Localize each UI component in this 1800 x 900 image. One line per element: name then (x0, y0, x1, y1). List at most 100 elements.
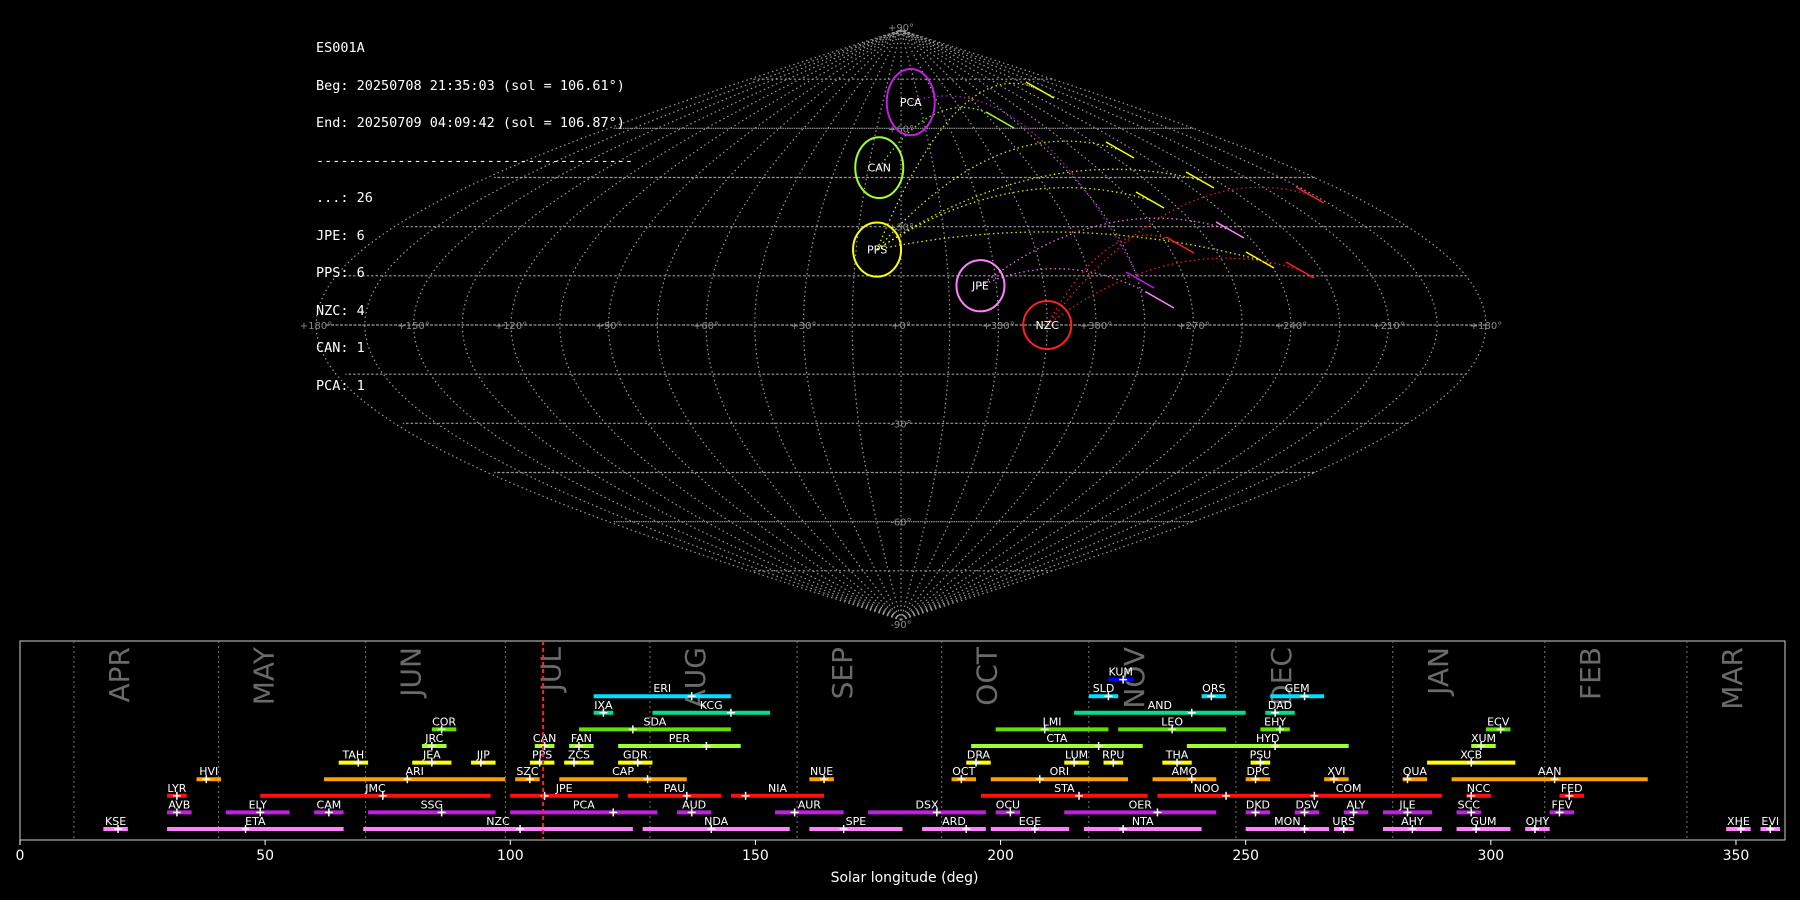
shower-label: SPE (846, 815, 867, 828)
shower-label: QUA (1403, 765, 1428, 778)
shower-label: HYD (1256, 732, 1279, 745)
shower-label: TAH (342, 749, 365, 762)
shower-label: ETA (245, 815, 266, 828)
shower-label: GUM (1470, 815, 1496, 828)
shower-label: EGE (1019, 815, 1041, 828)
shower-label: FAN (571, 732, 592, 745)
shower-label: CTA (1046, 732, 1068, 745)
begin-time: Beg: 20250708 21:35:03 (sol = 106.61°) (316, 77, 625, 94)
shower-label: URS (1332, 815, 1355, 828)
shower-szc: SZC (515, 765, 540, 784)
x-tick-label: 50 (256, 848, 274, 864)
shower-label: KCG (700, 699, 723, 712)
shower-zcs: ZCS (564, 749, 594, 767)
shower-label: COM (1336, 782, 1362, 795)
shower-label: OHY (1526, 815, 1550, 828)
shower-label: THA (1165, 749, 1189, 762)
shower-label: DAD (1268, 699, 1292, 712)
shower-cam: CAM (314, 798, 344, 817)
shower-fed: FED (1559, 782, 1584, 800)
shower-avb: AVB (167, 798, 192, 817)
shower-kse: KSE (103, 815, 128, 833)
shower-label: NUE (810, 765, 833, 778)
x-axis-label: Solar longitude (deg) (831, 870, 979, 886)
month-label: JAN (1422, 647, 1455, 697)
shower-label: DRA (967, 749, 991, 762)
shower-oct: OCT (951, 765, 977, 784)
x-tick-label: 100 (497, 848, 524, 864)
shower-ors: ORS (1201, 682, 1227, 701)
shower-dad: DAD (1265, 699, 1295, 717)
shower-label: ZCS (568, 749, 590, 762)
shower-qua: QUA (1402, 765, 1428, 784)
month-label: JUN (395, 647, 428, 699)
shower-label: NOO (1194, 782, 1220, 795)
shower-aly: ALY (1343, 798, 1369, 817)
info-separator: --------------------------------------- (316, 152, 633, 169)
shower-label: PCA (573, 798, 595, 811)
shower-label: JLE (1398, 798, 1415, 811)
shower-label: SSG (421, 798, 444, 811)
shower-label: AUR (798, 798, 822, 811)
shower-urs: URS (1332, 815, 1355, 833)
shower-label: AND (1148, 699, 1172, 712)
shower-label: EVI (1761, 815, 1779, 828)
shower-dpc: DPC (1245, 765, 1271, 784)
shower-label: LYR (167, 782, 186, 795)
shower-label: XHE (1727, 815, 1750, 828)
shower-label: SCC (1458, 798, 1481, 811)
shower-lyr: LYR (167, 782, 187, 800)
shower-label: CAN (533, 732, 556, 745)
shower-ncc: NCC (1466, 782, 1491, 800)
shower-label: ALY (1347, 798, 1366, 811)
shower-label: MON (1274, 815, 1300, 828)
month-label: JUL (534, 647, 567, 694)
shower-ecv: ECV (1485, 715, 1511, 734)
shower-ehy: EHY (1260, 715, 1290, 734)
shower-label: XVI (1327, 765, 1345, 778)
shower-label: AMO (1172, 765, 1198, 778)
shower-label: XUM (1471, 732, 1496, 745)
shower-label: STA (1054, 782, 1075, 795)
shower-tha: THA (1162, 749, 1192, 767)
shower-label: NCC (1467, 782, 1491, 795)
shower-label: NDA (704, 815, 729, 828)
shower-scc: SCC (1456, 798, 1482, 817)
month-label: MAR (1716, 647, 1749, 710)
shower-label: LEO (1161, 715, 1183, 728)
shower-hvi: HVI (196, 765, 222, 784)
count-jpe: JPE: 6 (316, 227, 365, 244)
shower-lum: LUM (1064, 749, 1089, 767)
shower-label: AAN (1538, 765, 1562, 778)
shower-label: COR (432, 715, 456, 728)
shower-label: XCB (1460, 749, 1482, 762)
end-time: End: 20250709 04:09:42 (sol = 106.87°) (316, 115, 625, 131)
count-can: CAN: 1 (316, 340, 365, 356)
shower-label: GDR (623, 749, 648, 762)
shower-label: JEA (422, 749, 441, 762)
shower-label: AUD (682, 798, 706, 811)
count-nzc: NZC: 4 (316, 302, 365, 319)
shower-kum: KUM (1108, 666, 1133, 684)
shower-evi: EVI (1760, 815, 1781, 833)
month-label: OCT (971, 646, 1004, 706)
shower-label: NIA (768, 782, 787, 795)
shower-label: GEM (1285, 682, 1310, 695)
camera-id: ES001A (316, 40, 365, 56)
shower-cor: COR (431, 715, 456, 734)
shower-gdr: GDR (618, 749, 653, 767)
shower-label: NTA (1132, 815, 1154, 828)
shower-label: JRC (424, 732, 443, 745)
x-tick-label: 300 (1477, 848, 1504, 864)
shower-label: KSE (105, 815, 126, 828)
shower-label: CAM (317, 798, 342, 811)
shower-label: DSV (1295, 798, 1318, 811)
shower-ocu: OCU (995, 798, 1021, 817)
shower-aud: AUD (676, 798, 712, 817)
shower-label: PER (669, 732, 691, 745)
shower-dsv: DSV (1294, 798, 1320, 817)
shower-ohy: OHY (1525, 815, 1550, 833)
shower-label: ARD (942, 815, 966, 828)
shower-label: DKD (1246, 798, 1270, 811)
month-label: APR (103, 647, 136, 703)
